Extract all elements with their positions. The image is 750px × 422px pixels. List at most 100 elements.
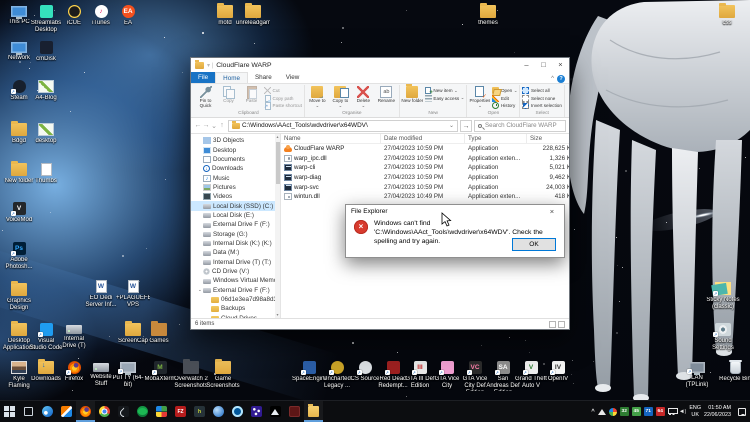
blue-swirl-app[interactable] [38,401,57,422]
nav-item-external-drive-f-f[interactable]: ⌄External Drive F (F:) [191,286,280,295]
file-row[interactable]: wintun.dll27/04/2023 10:49 PMApplication… [281,192,569,202]
open-button[interactable]: Open⌄ [492,87,517,95]
nav-item-desktop[interactable]: Desktop [191,145,280,154]
view-thumbnails-icon[interactable] [558,321,565,328]
copy-to-button[interactable]: Copy to⌄ [329,85,352,109]
new-folder-button[interactable]: New folder [401,85,424,103]
blue-badge-71[interactable]: 71 [644,407,653,416]
scroll-up-icon[interactable]: ▴ [275,134,280,140]
forward-icon[interactable]: → [202,122,210,130]
nav-item-local-disk-ssd-c[interactable]: Local Disk (SSD) (C:) [191,201,280,210]
column-header-name[interactable]: Name [281,134,381,143]
nav-item-3d-objects[interactable]: 3D Objects [191,136,280,145]
gallery-app[interactable] [152,401,171,422]
mountain-app[interactable] [266,401,285,422]
nav-scrollbar-thumb[interactable] [276,142,280,184]
close-button[interactable]: × [552,58,569,72]
handbrake-app[interactable]: h [190,401,209,422]
nav-item-internal-disk-k-k[interactable]: Internal Disk (K:) (K:) [191,239,280,248]
search-input[interactable]: Search CloudFlare WARP [474,120,566,132]
scroll-down-icon[interactable]: ▾ [275,312,280,318]
tab-file[interactable]: File [191,72,215,83]
nav-item-downloads[interactable]: Downloads [191,164,280,173]
column-header-size[interactable]: Size [527,134,569,143]
nav-scrollbar[interactable]: ▴ ▾ [275,134,280,318]
desktop-icon-sound-settings[interactable]: Sound Settings [706,323,740,352]
up-icon[interactable]: ↑ [218,122,226,130]
history-button[interactable]: History [492,102,517,110]
desktop-icon-game-screenshots[interactable]: Game Screenshots [206,361,240,390]
collapse-ribbon-icon[interactable]: ^ [551,76,554,82]
start-button[interactable] [0,401,19,422]
explorer-titlebar[interactable]: ▾ | CloudFlare WARP – □ × [191,58,569,72]
desktop-icon-mobaxterm[interactable]: MMobaXterm [143,361,177,383]
tab-home[interactable]: Home [215,72,248,83]
desktop-icon-themes[interactable]: themes [471,5,505,27]
paste-shortcut-button[interactable]: Paste shortcut [264,102,302,110]
rename-button[interactable]: Rename [375,85,398,103]
paste-button[interactable]: Paste [240,85,263,103]
nav-item-internal-drive-t-t[interactable]: Internal Drive (T) (T:) [191,257,280,266]
red-badge-64[interactable]: 64 [656,407,665,416]
nav-item-external-drive-f-f[interactable]: External Drive F (F:) [191,220,280,229]
nav-item-pictures[interactable]: Pictures [191,183,280,192]
desktop-icon-putty[interactable]: PuTTY (64-bit) [111,361,145,389]
nav-item-local-disk-e[interactable]: Local Disk (E:) [191,211,280,220]
desktop-icon-voicemod[interactable]: VVoiceMod [2,202,36,224]
file-row[interactable]: warp-diag27/04/2023 10:59 PMApplication9… [281,173,569,183]
blue-orb-app[interactable] [209,401,228,422]
desktop-icon-css[interactable]: css [710,5,744,27]
desktop-icon-sticky-notes[interactable]: Sticky Notes (classic) [706,282,740,311]
mountain-tray-icon[interactable] [598,409,606,415]
chrome-app[interactable] [95,401,114,422]
tab-view[interactable]: View [279,72,307,83]
nav-item-documents[interactable]: Documents [191,155,280,164]
molecule-app[interactable] [247,401,266,422]
nav-item-backups[interactable]: Backups [191,304,280,313]
back-icon[interactable]: ← [194,122,202,130]
desktop-icon-openiv[interactable]: IVOpenIV [541,361,575,383]
address-input[interactable]: C:\Windows\AAct_Tools\wdvdriver\x64WDV\ … [228,120,458,132]
view-details-icon[interactable] [549,321,556,328]
pin-to-quick-access-button[interactable]: Pin to Quick access [194,85,217,109]
edit-button[interactable]: Edit [492,95,517,103]
select-none-button[interactable]: Select none [522,95,561,103]
nav-item-storage-g[interactable]: Storage (G:) [191,229,280,238]
copy-path-button[interactable]: Copy path [264,95,302,103]
color-wheel-tray-icon[interactable] [609,408,617,416]
nav-item-music[interactable]: Music [191,173,280,182]
action-center-icon[interactable] [738,408,746,416]
easy-access-button[interactable]: Easy access⌄ [425,95,465,103]
file-explorer-app[interactable] [304,401,323,422]
nav-item-data-m[interactable]: Data (M:) [191,248,280,257]
green-badge-45[interactable]: 45 [632,407,641,416]
nav-item-videos[interactable]: Videos [191,192,280,201]
taskbar-clock[interactable]: 01:50 AM22/06/2023 [704,405,731,418]
new-item-button[interactable]: New item⌄ [425,87,465,95]
nav-item-06d1e3ea7d98a8d38c5652fe[interactable]: 06d1e3ea7d98a8d38c5652fe [191,295,280,304]
firefox-app[interactable] [76,401,95,422]
green-badge-32[interactable]: 32 [620,407,629,416]
nav-item-cloud-drives[interactable]: Cloud Drives [191,314,280,318]
desktop-icon-overwatch2-screenshots[interactable]: Overwatch 2 Screenshots [174,361,208,390]
desktop-icon-recycle-bin[interactable]: Recycle Bin [718,361,750,383]
desktop-icon-plaguefest-vps-doc[interactable]: W+PLAGUEFEST VPS [116,280,150,309]
column-header-type[interactable]: Type [465,134,527,143]
file-row[interactable]: CloudFlare WARP27/04/2023 10:59 PMApplic… [281,144,569,154]
minimize-button[interactable]: – [518,58,535,72]
desktop-icon-a4-blog[interactable]: A4-Blog [29,80,63,102]
language-indicator[interactable]: ENGUK [689,405,701,418]
photos-app[interactable] [57,401,76,422]
file-row[interactable]: warp-cli27/04/2023 10:59 PMApplication5,… [281,163,569,173]
file-row[interactable]: warp-svc27/04/2023 10:59 PMApplication24… [281,182,569,192]
satellite-app[interactable] [114,401,133,422]
desktop-icon-lan-tplink[interactable]: LAN (TPLink) [680,361,714,389]
desktop-icon-unreleadgam[interactable]: unreleadgam... [236,5,270,27]
column-header-date-modified[interactable]: Date modified [381,134,465,143]
spotify-app[interactable] [133,401,152,422]
nav-item-windows-virtual-memory[interactable]: Windows Virtual Memory ( [191,276,280,285]
desktop-icon-games[interactable]: Games [142,323,176,345]
invert-selection-button[interactable]: Invert selection [522,102,561,110]
task-view-button[interactable] [19,401,38,422]
delete-button[interactable]: Delete⌄ [352,85,375,109]
